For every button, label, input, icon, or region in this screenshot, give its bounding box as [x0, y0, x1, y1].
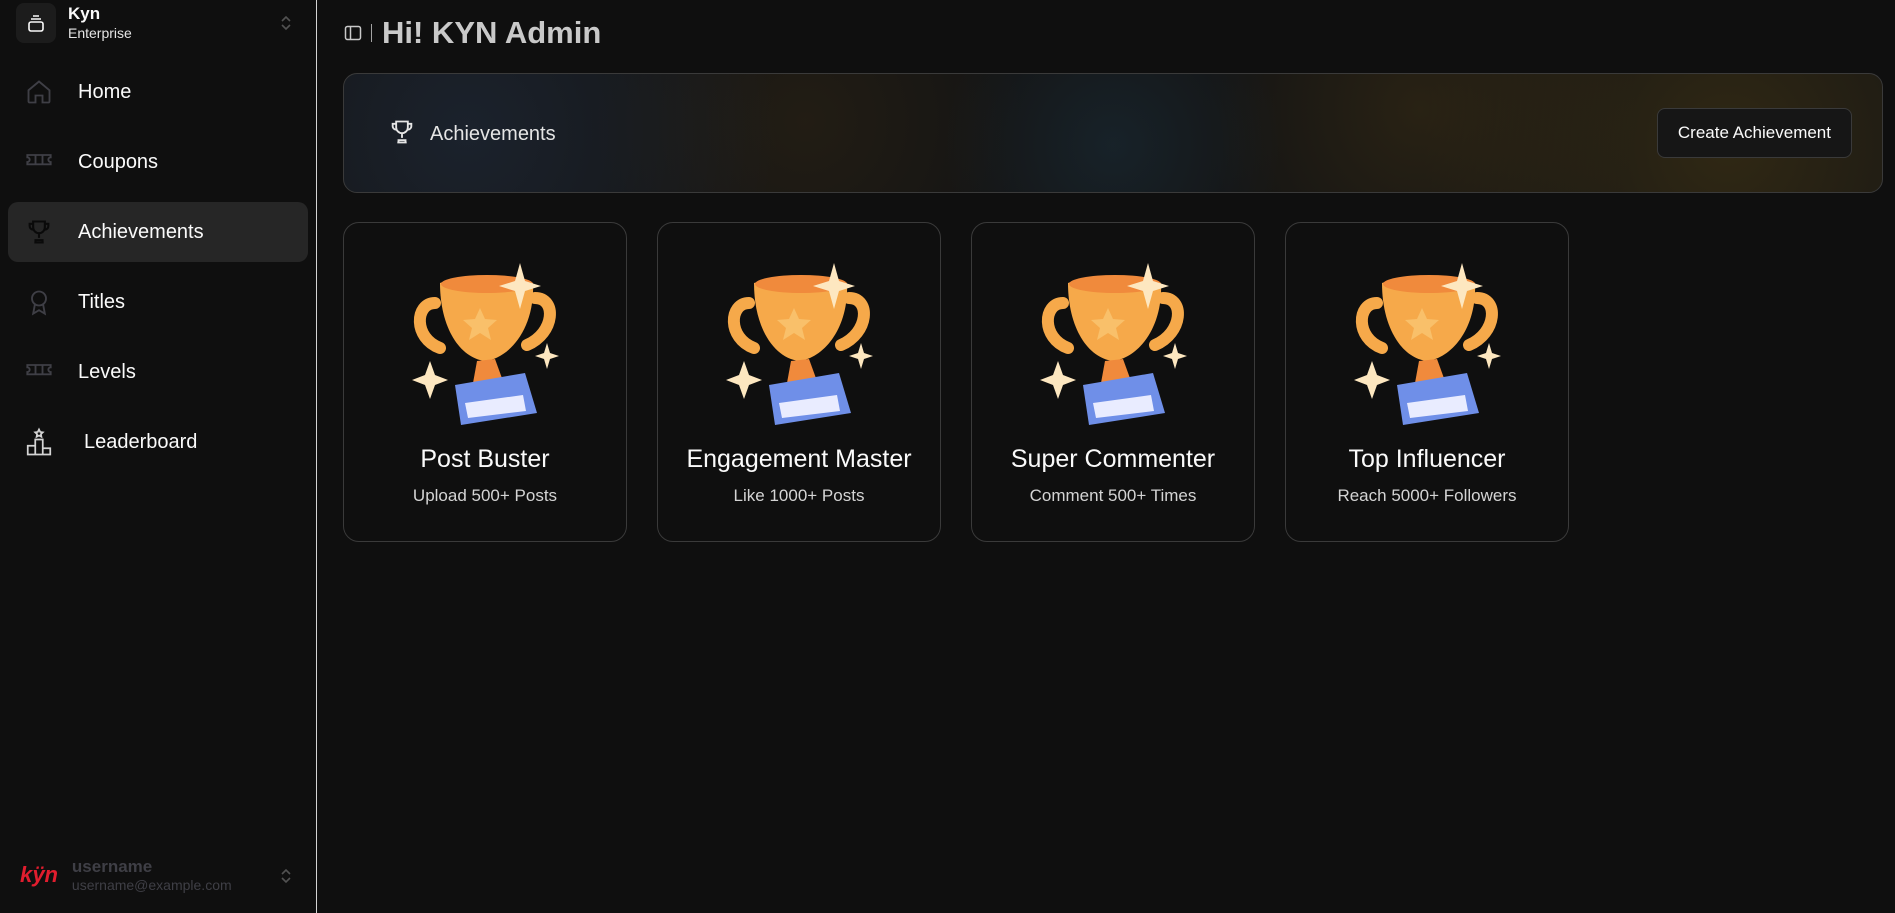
sidebar-item-label: Titles [78, 290, 126, 313]
home-icon [24, 77, 54, 107]
sidebar: Kyn Enterprise Home Coupons Achievements… [0, 0, 317, 913]
sidebar-item-achievements[interactable]: Achievements [8, 202, 308, 262]
achievements-banner: Achievements Create Achievement [343, 73, 1883, 193]
sidebar-item-levels[interactable]: Levels [8, 342, 308, 402]
achievements-grid: Post Buster Upload 500+ Posts Engagement… [343, 222, 1569, 542]
achievement-card[interactable]: Top Influencer Reach 5000+ Followers [1285, 222, 1569, 542]
trophy-illustration-icon [1354, 263, 1501, 425]
sidebar-item-label: Levels [78, 360, 136, 383]
sidebar-nav: Home Coupons Achievements Titles Levels … [0, 62, 316, 472]
main-content: Hi! KYN Admin Achievements Create Achiev… [317, 0, 1895, 913]
achievement-title: Super Commenter [1010, 445, 1216, 473]
sidebar-item-home[interactable]: Home [8, 62, 308, 122]
topbar: Hi! KYN Admin [317, 0, 1895, 66]
chevrons-up-down-icon[interactable] [280, 14, 292, 37]
sidebar-item-label: Achievements [78, 220, 204, 243]
sidebar-item-coupons[interactable]: Coupons [8, 132, 308, 192]
org-switcher[interactable]: Kyn Enterprise [0, 0, 316, 46]
user-email: username@example.com [71, 876, 232, 893]
sidebar-item-label: Coupons [78, 150, 159, 173]
user-menu[interactable]: kÿn username username@example.com [0, 851, 316, 899]
page-title: Hi! KYN Admin [382, 15, 602, 50]
org-name: Kyn [68, 4, 101, 24]
award-icon [24, 287, 54, 317]
achievement-description: Upload 500+ Posts [412, 486, 558, 505]
banner-title: Achievements [430, 123, 556, 145]
achievement-card[interactable]: Super Commenter Comment 500+ Times [971, 222, 1255, 542]
sidebar-toggle-icon[interactable] [343, 23, 363, 43]
achievement-card[interactable]: Post Buster Upload 500+ Posts [343, 222, 627, 542]
create-achievement-button[interactable]: Create Achievement [1656, 108, 1852, 158]
achievement-card[interactable]: Engagement Master Like 1000+ Posts [657, 222, 941, 542]
achievement-description: Like 1000+ Posts [733, 486, 865, 505]
trophy-illustration-icon [1040, 263, 1187, 425]
achievement-title: Post Buster [420, 445, 550, 473]
user-name: username [71, 856, 153, 876]
sidebar-item-leaderboard[interactable]: Leaderboard [8, 412, 308, 472]
achievement-description: Reach 5000+ Followers [1337, 486, 1517, 505]
sidebar-item-label: Leaderboard [84, 430, 198, 453]
trophy-icon [388, 118, 416, 151]
chevrons-up-down-icon[interactable] [280, 867, 292, 890]
ticket-icon [24, 357, 54, 387]
trophy-illustration-icon [726, 263, 873, 425]
achievement-title: Top Influencer [1348, 445, 1506, 473]
trophy-illustration-icon [412, 263, 559, 425]
ticket-icon [24, 147, 54, 177]
sidebar-item-label: Home [78, 80, 132, 103]
achievement-description: Comment 500+ Times [1029, 486, 1197, 505]
app-root: Kyn Enterprise Home Coupons Achievements… [0, 0, 1895, 913]
trophy-icon [24, 217, 54, 247]
org-logo-icon [16, 3, 56, 43]
sidebar-item-titles[interactable]: Titles [8, 272, 308, 332]
divider [371, 24, 372, 42]
org-plan: Enterprise [68, 24, 132, 41]
brand-logo: kÿn [20, 862, 58, 887]
achievement-title: Engagement Master [686, 445, 912, 473]
podium-icon [24, 427, 54, 457]
